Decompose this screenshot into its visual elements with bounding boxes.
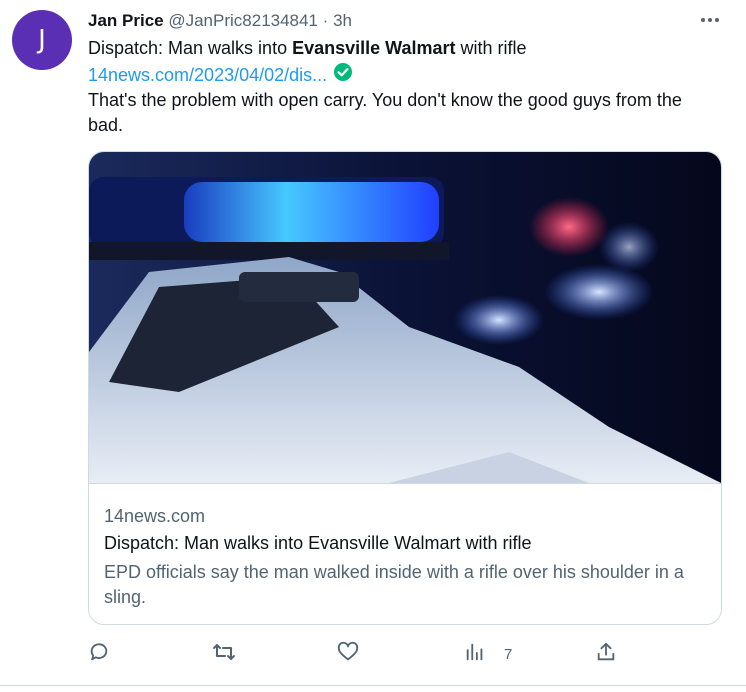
like-button[interactable] <box>337 640 359 668</box>
verified-check-icon <box>333 62 353 89</box>
views-icon <box>464 641 486 667</box>
share-icon <box>595 641 617 667</box>
action-bar: 7 <box>88 640 728 668</box>
author-handle[interactable]: @JanPric82134841 <box>168 11 318 30</box>
headline-bold: Evansville Walmart <box>292 38 456 58</box>
tweet-link[interactable]: 14news.com/2023/04/02/dis... <box>88 63 327 88</box>
tweet-time[interactable]: 3h <box>333 11 352 30</box>
separator: · <box>322 11 329 30</box>
card-image[interactable] <box>89 152 721 484</box>
share-button[interactable] <box>595 640 617 668</box>
tweet[interactable]: J Jan Price @JanPric82134841 · 3h Dispat… <box>0 0 746 692</box>
avatar[interactable]: J <box>12 10 72 70</box>
views-button[interactable]: 7 <box>464 640 512 668</box>
link-card[interactable]: 14news.com Dispatch: Man walks into Evan… <box>88 151 722 625</box>
avatar-letter: J <box>38 25 46 55</box>
heart-icon <box>337 641 359 667</box>
reply-button[interactable] <box>88 640 110 668</box>
retweet-icon <box>212 641 236 667</box>
tweet-comment: That's the problem with open carry. You … <box>88 90 682 135</box>
divider <box>0 685 746 686</box>
card-title[interactable]: Dispatch: Man walks into Evansville Walm… <box>104 533 531 554</box>
views-count: 7 <box>504 645 513 663</box>
card-description: EPD officials say the man walked inside … <box>104 562 684 607</box>
tweet-link-row: 14news.com/2023/04/02/dis... <box>88 62 718 89</box>
headline-suffix: with rifle <box>455 38 527 58</box>
tweet-text-headline: Dispatch: Man walks into Evansville Walm… <box>88 36 718 61</box>
headline-prefix: Dispatch: Man walks into <box>88 38 293 58</box>
more-icon[interactable] <box>696 6 724 34</box>
card-domain: 14news.com <box>104 506 206 526</box>
reply-icon <box>88 641 110 667</box>
author-name[interactable]: Jan Price <box>88 11 164 30</box>
tweet-header: Jan Price @JanPric82134841 · 3h <box>88 10 352 32</box>
retweet-button[interactable] <box>212 640 236 668</box>
